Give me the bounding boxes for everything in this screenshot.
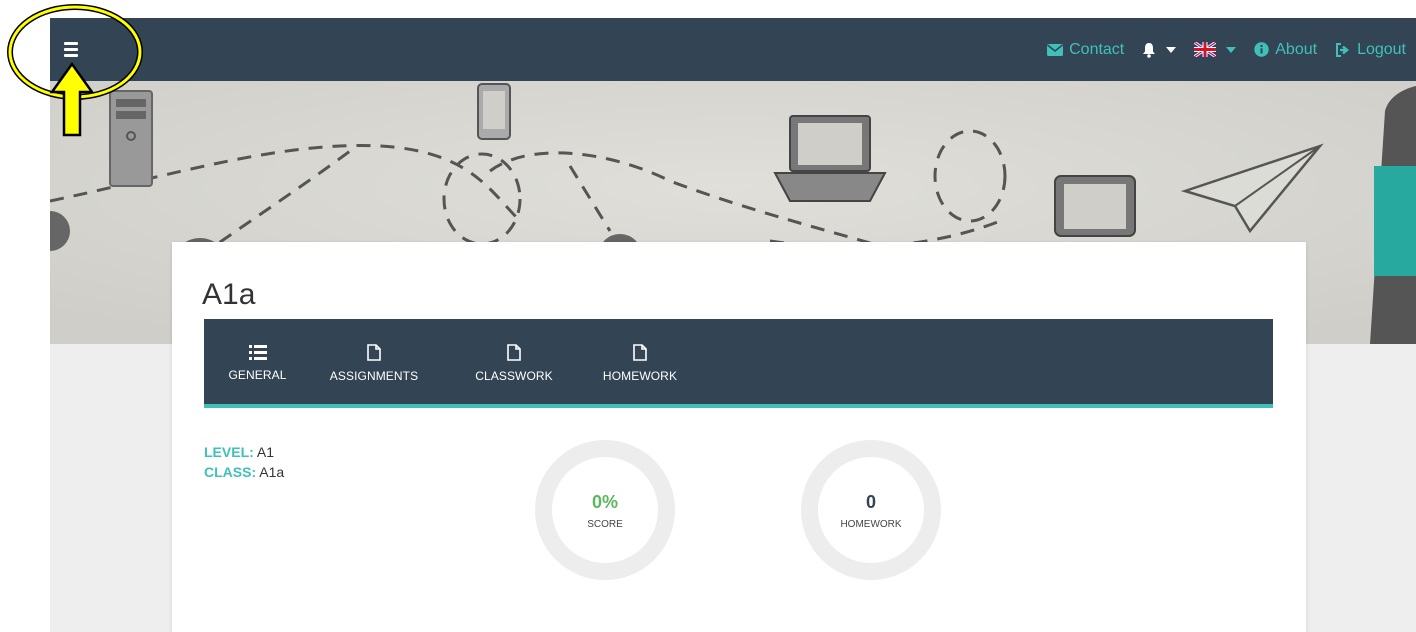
class-card: A1a GENERAL ASSIGNMENTS CLASSWORK HOMEWO… <box>172 242 1306 632</box>
tab-homework[interactable]: HOMEWORK <box>592 319 688 404</box>
class-row: CLASS: A1a <box>204 462 284 482</box>
about-link[interactable]: About <box>1254 41 1317 59</box>
homework-value: 0 <box>865 491 876 512</box>
envelope-icon <box>1047 43 1064 56</box>
language-dropdown[interactable] <box>1194 42 1237 57</box>
level-key: LEVEL: <box>204 444 254 460</box>
file-icon <box>507 344 521 364</box>
class-key: CLASS: <box>204 464 257 480</box>
score-value: 0% <box>591 491 618 512</box>
contact-link-label: Contact <box>1069 40 1125 58</box>
tab-bar: GENERAL ASSIGNMENTS CLASSWORK HOMEWORK <box>204 319 1273 408</box>
about-link-label: About <box>1275 40 1318 58</box>
chevron-down-icon <box>1166 46 1177 53</box>
level-value: A1 <box>256 444 275 460</box>
class-value: A1a <box>259 464 285 480</box>
tab-assignments[interactable]: ASSIGNMENTS <box>312 319 436 404</box>
chevron-down-icon <box>1226 46 1237 53</box>
homework-stat: 0 HOMEWORK <box>801 440 941 580</box>
bell-icon <box>1142 42 1156 58</box>
score-stat: 0% SCORE <box>535 440 675 580</box>
top-navbar: Contact About Logout <box>50 18 1416 81</box>
tab-classwork[interactable]: CLASSWORK <box>459 319 569 404</box>
uk-flag-icon <box>1194 42 1217 57</box>
tab-classwork-label: CLASSWORK <box>475 369 553 383</box>
app: Contact About Logout A1a GENERAL ASSIGNM… <box>50 18 1416 632</box>
tab-general-label: GENERAL <box>228 368 287 382</box>
hamburger-icon[interactable] <box>64 38 86 60</box>
contact-link[interactable]: Contact <box>1047 41 1124 59</box>
sign-out-icon <box>1335 42 1351 57</box>
level-row: LEVEL: A1 <box>204 442 284 462</box>
file-icon <box>367 344 381 364</box>
navbar-right-group: Contact About Logout <box>1047 18 1406 81</box>
list-icon <box>248 345 267 363</box>
tab-general[interactable]: GENERAL <box>204 319 311 408</box>
notifications-dropdown[interactable] <box>1142 42 1177 58</box>
logout-link[interactable]: Logout <box>1335 41 1406 59</box>
score-label: SCORE <box>587 518 623 530</box>
viewport: Contact About Logout A1a GENERAL ASSIGNM… <box>0 0 1416 632</box>
logout-link-label: Logout <box>1357 40 1406 58</box>
page-title: A1a <box>202 278 256 311</box>
class-info: LEVEL: A1 CLASS: A1a <box>204 442 284 482</box>
info-circle-icon <box>1254 42 1269 57</box>
file-icon <box>633 344 647 364</box>
tab-assignments-label: ASSIGNMENTS <box>329 369 419 383</box>
tab-homework-label: HOMEWORK <box>602 369 678 383</box>
homework-label: HOMEWORK <box>840 518 902 530</box>
